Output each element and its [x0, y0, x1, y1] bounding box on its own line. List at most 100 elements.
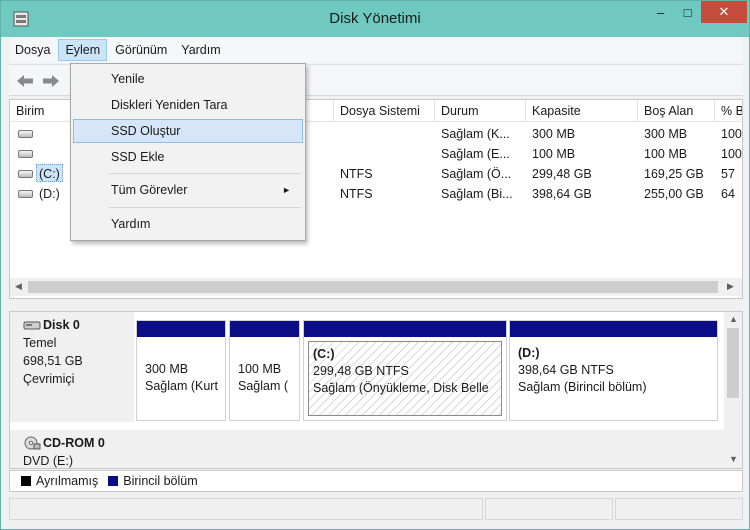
scroll-left-icon[interactable]: ◀	[15, 281, 22, 292]
disk-layout-panel: Disk 0 Temel 698,51 GB Çevrimiçi 300 MB …	[9, 311, 743, 469]
column-header-durum[interactable]: Durum	[435, 100, 526, 122]
status-segment	[9, 498, 483, 520]
drive-icon	[18, 150, 33, 158]
percent-free-cell: 64	[721, 187, 735, 201]
disk-0-label[interactable]: Disk 0 Temel 698,51 GB Çevrimiçi	[10, 312, 134, 422]
menu-gorunum[interactable]: Görünüm	[109, 39, 173, 61]
horizontal-scrollbar[interactable]: ◀ ▶	[10, 278, 742, 296]
disk-management-window: Disk Yönetimi – □ ✕ Dosya Eylem Görünüm …	[0, 0, 750, 530]
back-arrow-icon[interactable]	[15, 72, 35, 90]
selected-partition-area: (C:) 299,48 GB NTFS Sağlam (Önyükleme, D…	[308, 341, 502, 416]
percent-free-cell: 100	[721, 147, 742, 161]
menu-item-tum-gorevler[interactable]: Tüm Görevler ►	[73, 178, 303, 202]
partition-status: Sağlam (Kurt	[145, 379, 218, 393]
title-bar[interactable]: Disk Yönetimi – □ ✕	[1, 1, 749, 37]
partition-title: (D:)	[518, 346, 540, 360]
status-bar	[9, 498, 743, 520]
cdrom-volume-area[interactable]	[134, 430, 724, 468]
scroll-down-icon[interactable]: ▼	[729, 454, 738, 464]
menu-item-yenile[interactable]: Yenile	[73, 67, 303, 91]
legend-primary-label: Birincil bölüm	[123, 474, 198, 488]
menu-item-label: Tüm Görevler	[111, 183, 188, 197]
status-segment	[485, 498, 613, 520]
disk-type: Temel	[23, 336, 57, 350]
file-system-cell: NTFS	[340, 187, 373, 201]
volume-name-cell: (C:)	[36, 164, 63, 182]
primary-partition-band	[304, 321, 506, 337]
status-cell: Sağlam (E...	[441, 147, 510, 161]
volume-name-cell: (D:)	[39, 187, 60, 201]
capacity-cell: 299,48 GB	[532, 167, 592, 181]
capacity-cell: 100 MB	[532, 147, 576, 161]
pane-splitter[interactable]	[9, 301, 743, 309]
menu-bar: Dosya Eylem Görünüm Yardım	[9, 37, 743, 63]
menu-eylem[interactable]: Eylem	[58, 39, 108, 61]
primary-partition-swatch	[108, 476, 119, 486]
scroll-up-icon[interactable]: ▲	[729, 314, 738, 324]
vertical-scroll-thumb[interactable]	[727, 328, 739, 398]
drive-icon	[18, 130, 33, 138]
legend-bar: Ayrılmamış Birincil bölüm	[9, 470, 743, 492]
file-system-cell: NTFS	[340, 167, 373, 181]
partition-system-reserved[interactable]: 300 MB Sağlam (Kurt	[136, 320, 226, 421]
partition-size: 300 MB	[145, 362, 189, 376]
menu-separator	[109, 173, 301, 174]
disk-state: Çevrimiçi	[23, 372, 75, 386]
free-space-cell: 255,00 GB	[644, 187, 704, 201]
drive-icon	[18, 190, 33, 198]
column-header-kapasite[interactable]: Kapasite	[526, 100, 638, 122]
partition-d[interactable]: (D:) 398,64 GB NTFS Sağlam (Birincil böl…	[509, 320, 718, 421]
disk-size: 698,51 GB	[23, 354, 83, 368]
menu-item-ssd-olustur[interactable]: SSD Oluştur	[73, 119, 303, 143]
percent-free-cell: 100	[721, 127, 742, 141]
horizontal-scroll-thumb[interactable]	[28, 281, 718, 293]
partition-size: 398,64 GB NTFS	[518, 363, 614, 377]
vertical-scrollbar[interactable]: ▲ ▼	[724, 312, 742, 468]
status-cell: Sağlam (Ö...	[441, 167, 512, 181]
menu-separator	[109, 207, 301, 208]
legend-unallocated-label: Ayrılmamış	[36, 474, 99, 488]
partition-title: (C:)	[313, 347, 335, 361]
column-header-bos-alan[interactable]: Boş Alan	[638, 100, 715, 122]
minimize-button[interactable]: –	[647, 1, 674, 23]
menu-item-ssd-ekle[interactable]: SSD Ekle	[73, 145, 303, 169]
partition-size: 100 MB	[238, 362, 282, 376]
menu-yardim[interactable]: Yardım	[175, 39, 226, 61]
forward-arrow-icon[interactable]	[41, 72, 61, 90]
partition-status: Sağlam (Birincil bölüm)	[518, 380, 647, 394]
hard-disk-icon	[23, 321, 41, 330]
partition-recovery[interactable]: 100 MB Sağlam (	[229, 320, 300, 421]
free-space-cell: 169,25 GB	[644, 167, 704, 181]
primary-partition-band	[137, 321, 225, 337]
free-space-cell: 100 MB	[644, 147, 688, 161]
partition-size: 299,48 GB NTFS	[313, 364, 409, 378]
partition-status: Sağlam (	[238, 379, 289, 393]
menu-dosya[interactable]: Dosya	[9, 39, 56, 61]
status-cell: Sağlam (Bi...	[441, 187, 513, 201]
primary-partition-band	[230, 321, 299, 337]
column-header-dosya-sistemi[interactable]: Dosya Sistemi	[334, 100, 435, 122]
status-segment	[615, 498, 743, 520]
cdrom-name: CD-ROM 0	[43, 436, 105, 450]
window-title: Disk Yönetimi	[329, 10, 421, 27]
cd-rom-icon	[24, 436, 41, 450]
cdrom-0-label[interactable]: CD-ROM 0 DVD (E:)	[10, 430, 134, 468]
capacity-cell: 300 MB	[532, 127, 576, 141]
close-button[interactable]: ✕	[701, 1, 747, 23]
menu-item-diskleri-yeniden-tara[interactable]: Diskleri Yeniden Tara	[73, 93, 303, 117]
maximize-button[interactable]: □	[674, 1, 701, 23]
primary-partition-band	[510, 321, 717, 337]
partition-status: Sağlam (Önyükleme, Disk Belle	[313, 381, 489, 395]
free-space-cell: 300 MB	[644, 127, 688, 141]
cdrom-type: DVD (E:)	[23, 454, 73, 468]
column-header-yuzde-bos[interactable]: % B	[715, 100, 742, 122]
menu-item-yardim[interactable]: Yardım	[73, 212, 303, 236]
percent-free-cell: 57	[721, 167, 735, 181]
scroll-right-icon[interactable]: ▶	[727, 281, 734, 292]
submenu-arrow-icon: ►	[282, 185, 291, 195]
disk-name: Disk 0	[43, 318, 80, 332]
eylem-dropdown-menu: Yenile Diskleri Yeniden Tara SSD Oluştur…	[70, 63, 306, 241]
status-cell: Sağlam (K...	[441, 127, 510, 141]
capacity-cell: 398,64 GB	[532, 187, 592, 201]
partition-c[interactable]: (C:) 299,48 GB NTFS Sağlam (Önyükleme, D…	[303, 320, 507, 421]
